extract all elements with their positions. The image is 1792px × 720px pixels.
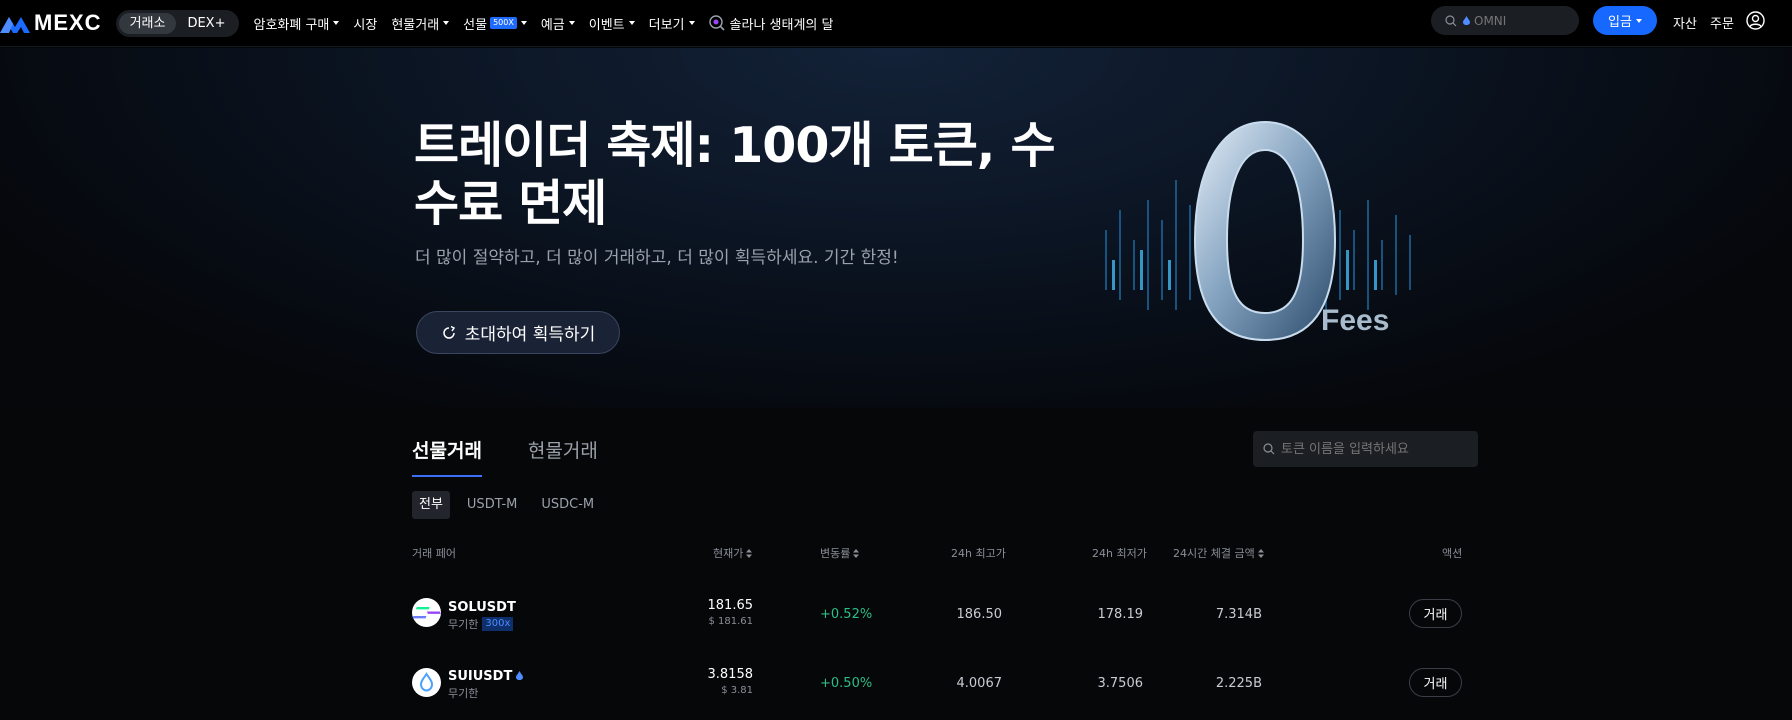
- solana-ecosystem-icon: [708, 15, 725, 31]
- chevron-down-icon: [1635, 18, 1642, 23]
- invite-earn-button[interactable]: 초대하여 획득하기: [416, 311, 620, 354]
- search-icon: [1445, 14, 1457, 26]
- water-drop-icon: [516, 671, 524, 680]
- filter-usdc-m[interactable]: USDC-M: [534, 491, 601, 519]
- col-low: 24h 최저가: [1092, 547, 1147, 560]
- sort-icon: [746, 549, 753, 558]
- sort-icon: [853, 549, 860, 558]
- water-drop-icon: [1463, 16, 1470, 25]
- price-usd: $ 181.61: [708, 616, 753, 627]
- assets-link[interactable]: 자산: [1673, 13, 1697, 32]
- nav-label: 선물: [463, 17, 488, 33]
- token-search[interactable]: [1253, 431, 1478, 467]
- col-volume[interactable]: 24시간 체결 금액: [1173, 545, 1264, 561]
- table-row[interactable]: SOLUSDT 무기한 300x 181.65 $ 181.61 +0.52% 1…: [0, 586, 1792, 642]
- chevron-down-icon: [628, 21, 635, 25]
- share-icon: [443, 325, 455, 339]
- global-search[interactable]: [1431, 6, 1579, 35]
- market-table-header: 거래 페어 현재가 변동률 24h 최고가 24h 최저가 24시간 체결 금액…: [0, 545, 1792, 563]
- sui-coin-icon: [412, 668, 441, 697]
- deposit-button[interactable]: 입금: [1593, 6, 1657, 35]
- high-24h: 4.0067: [956, 676, 1003, 691]
- hero-subtitle: 더 많이 절약하고, 더 많이 거래하고, 더 많이 획득하세요. 기간 한정!: [415, 248, 899, 268]
- nav-futures[interactable]: 선물 500X: [463, 14, 527, 33]
- token-search-input[interactable]: [1281, 441, 1461, 457]
- chevron-down-icon: [568, 21, 575, 25]
- pair-symbol: SOLUSDT: [448, 600, 516, 615]
- nav-label: 이벤트: [588, 17, 625, 33]
- trade-button[interactable]: 거래: [1409, 599, 1462, 628]
- user-account-icon[interactable]: [1746, 11, 1765, 30]
- nav-more[interactable]: 더보기: [649, 14, 695, 33]
- nav-events[interactable]: 이벤트: [589, 14, 635, 33]
- filter-all[interactable]: 전부: [412, 491, 450, 519]
- leverage-badge: 500X: [490, 17, 517, 29]
- nav-label: 예금: [540, 17, 565, 33]
- fees-text: Fees: [1321, 304, 1389, 337]
- price-change: +0.52%: [820, 607, 873, 622]
- volume-24h: 2.225B: [1215, 676, 1262, 691]
- nav-label: 현물거래: [391, 17, 440, 33]
- low-24h: 3.7506: [1097, 676, 1144, 691]
- col-action: 액션: [1442, 547, 1463, 560]
- market-tabs: 선물거래 현물거래: [412, 436, 644, 477]
- table-row[interactable]: SUIUSDT 무기한 3.8158 $ 3.81 +0.50% 4.0067 …: [0, 655, 1792, 711]
- hero-title: 트레이더 축제: 100개 토큰, 수수료 면제: [414, 117, 1056, 232]
- margin-filters: 전부 USDT-M USDC-M: [412, 491, 611, 519]
- chevron-down-icon: [688, 21, 695, 25]
- orders-link[interactable]: 주문: [1710, 13, 1734, 32]
- deposit-label: 입금: [1608, 15, 1632, 30]
- leverage-badge: 300x: [482, 617, 514, 631]
- contract-type: 무기한: [448, 687, 479, 700]
- col-change-label: 변동률: [820, 547, 851, 560]
- tab-dex-plus[interactable]: DEX+: [176, 13, 236, 34]
- logo-text: MEXC: [34, 10, 102, 35]
- exchange-dex-toggle: 거래소 DEX+: [115, 9, 240, 37]
- col-volume-label: 24시간 체결 금액: [1173, 547, 1255, 560]
- nav-label: 시장: [353, 17, 378, 33]
- chevron-down-icon: [333, 21, 340, 25]
- search-input[interactable]: [1474, 13, 1574, 28]
- col-pair: 거래 페어: [412, 547, 456, 560]
- search-icon: [1263, 443, 1275, 455]
- col-change[interactable]: 변동률: [820, 545, 860, 561]
- mexc-logo[interactable]: MEXC: [0, 0, 102, 47]
- zero-fees-illustration: Fees: [1105, 120, 1411, 342]
- nav-spot[interactable]: 현물거래: [391, 14, 450, 33]
- sol-coin-icon: [412, 598, 441, 627]
- tab-exchange[interactable]: 거래소: [118, 12, 177, 34]
- main-nav: 암호화폐 구매 시장 현물거래 선물 500X 예금 이벤트 더보기 솔라나 생태…: [253, 14, 847, 33]
- price-usd: $ 3.81: [721, 685, 753, 696]
- nav-buy-crypto[interactable]: 암호화폐 구매: [253, 14, 340, 33]
- invite-label: 초대하여 획득하기: [464, 325, 596, 345]
- sort-icon: [1257, 549, 1264, 558]
- nav-markets[interactable]: 시장: [353, 14, 377, 33]
- nav-earn[interactable]: 예금: [541, 14, 575, 33]
- high-24h: 186.50: [956, 607, 1003, 622]
- col-price[interactable]: 현재가: [713, 545, 753, 561]
- chevron-down-icon: [443, 21, 450, 25]
- contract-type-label: 무기한: [448, 618, 479, 631]
- last-price: 181.65: [707, 598, 754, 613]
- volume-24h: 7.314B: [1215, 607, 1262, 622]
- col-high: 24h 최고가: [951, 547, 1006, 560]
- filter-usdt-m[interactable]: USDT-M: [460, 491, 524, 519]
- nav-label: 솔라나 생태계의 달: [729, 17, 834, 33]
- trade-button[interactable]: 거래: [1409, 668, 1462, 697]
- nav-label: 더보기: [648, 17, 685, 33]
- low-24h: 178.19: [1097, 607, 1144, 622]
- nav-label: 암호화폐 구매: [253, 17, 330, 33]
- contract-type: 무기한 300x: [448, 616, 514, 632]
- tab-spot[interactable]: 현물거래: [528, 436, 598, 477]
- bar-lines: [1105, 180, 1411, 310]
- col-price-label: 현재가: [713, 547, 744, 560]
- price-change: +0.50%: [820, 676, 873, 691]
- nav-solana-month[interactable]: 솔라나 생태계의 달: [708, 14, 834, 33]
- tab-futures[interactable]: 선물거래: [412, 436, 482, 477]
- chevron-down-icon: [520, 21, 527, 25]
- pair-symbol-text: SUIUSDT: [448, 669, 513, 684]
- pair-symbol: SUIUSDT: [448, 669, 524, 684]
- last-price: 3.8158: [707, 667, 754, 682]
- mexc-logo-icon: [0, 17, 30, 33]
